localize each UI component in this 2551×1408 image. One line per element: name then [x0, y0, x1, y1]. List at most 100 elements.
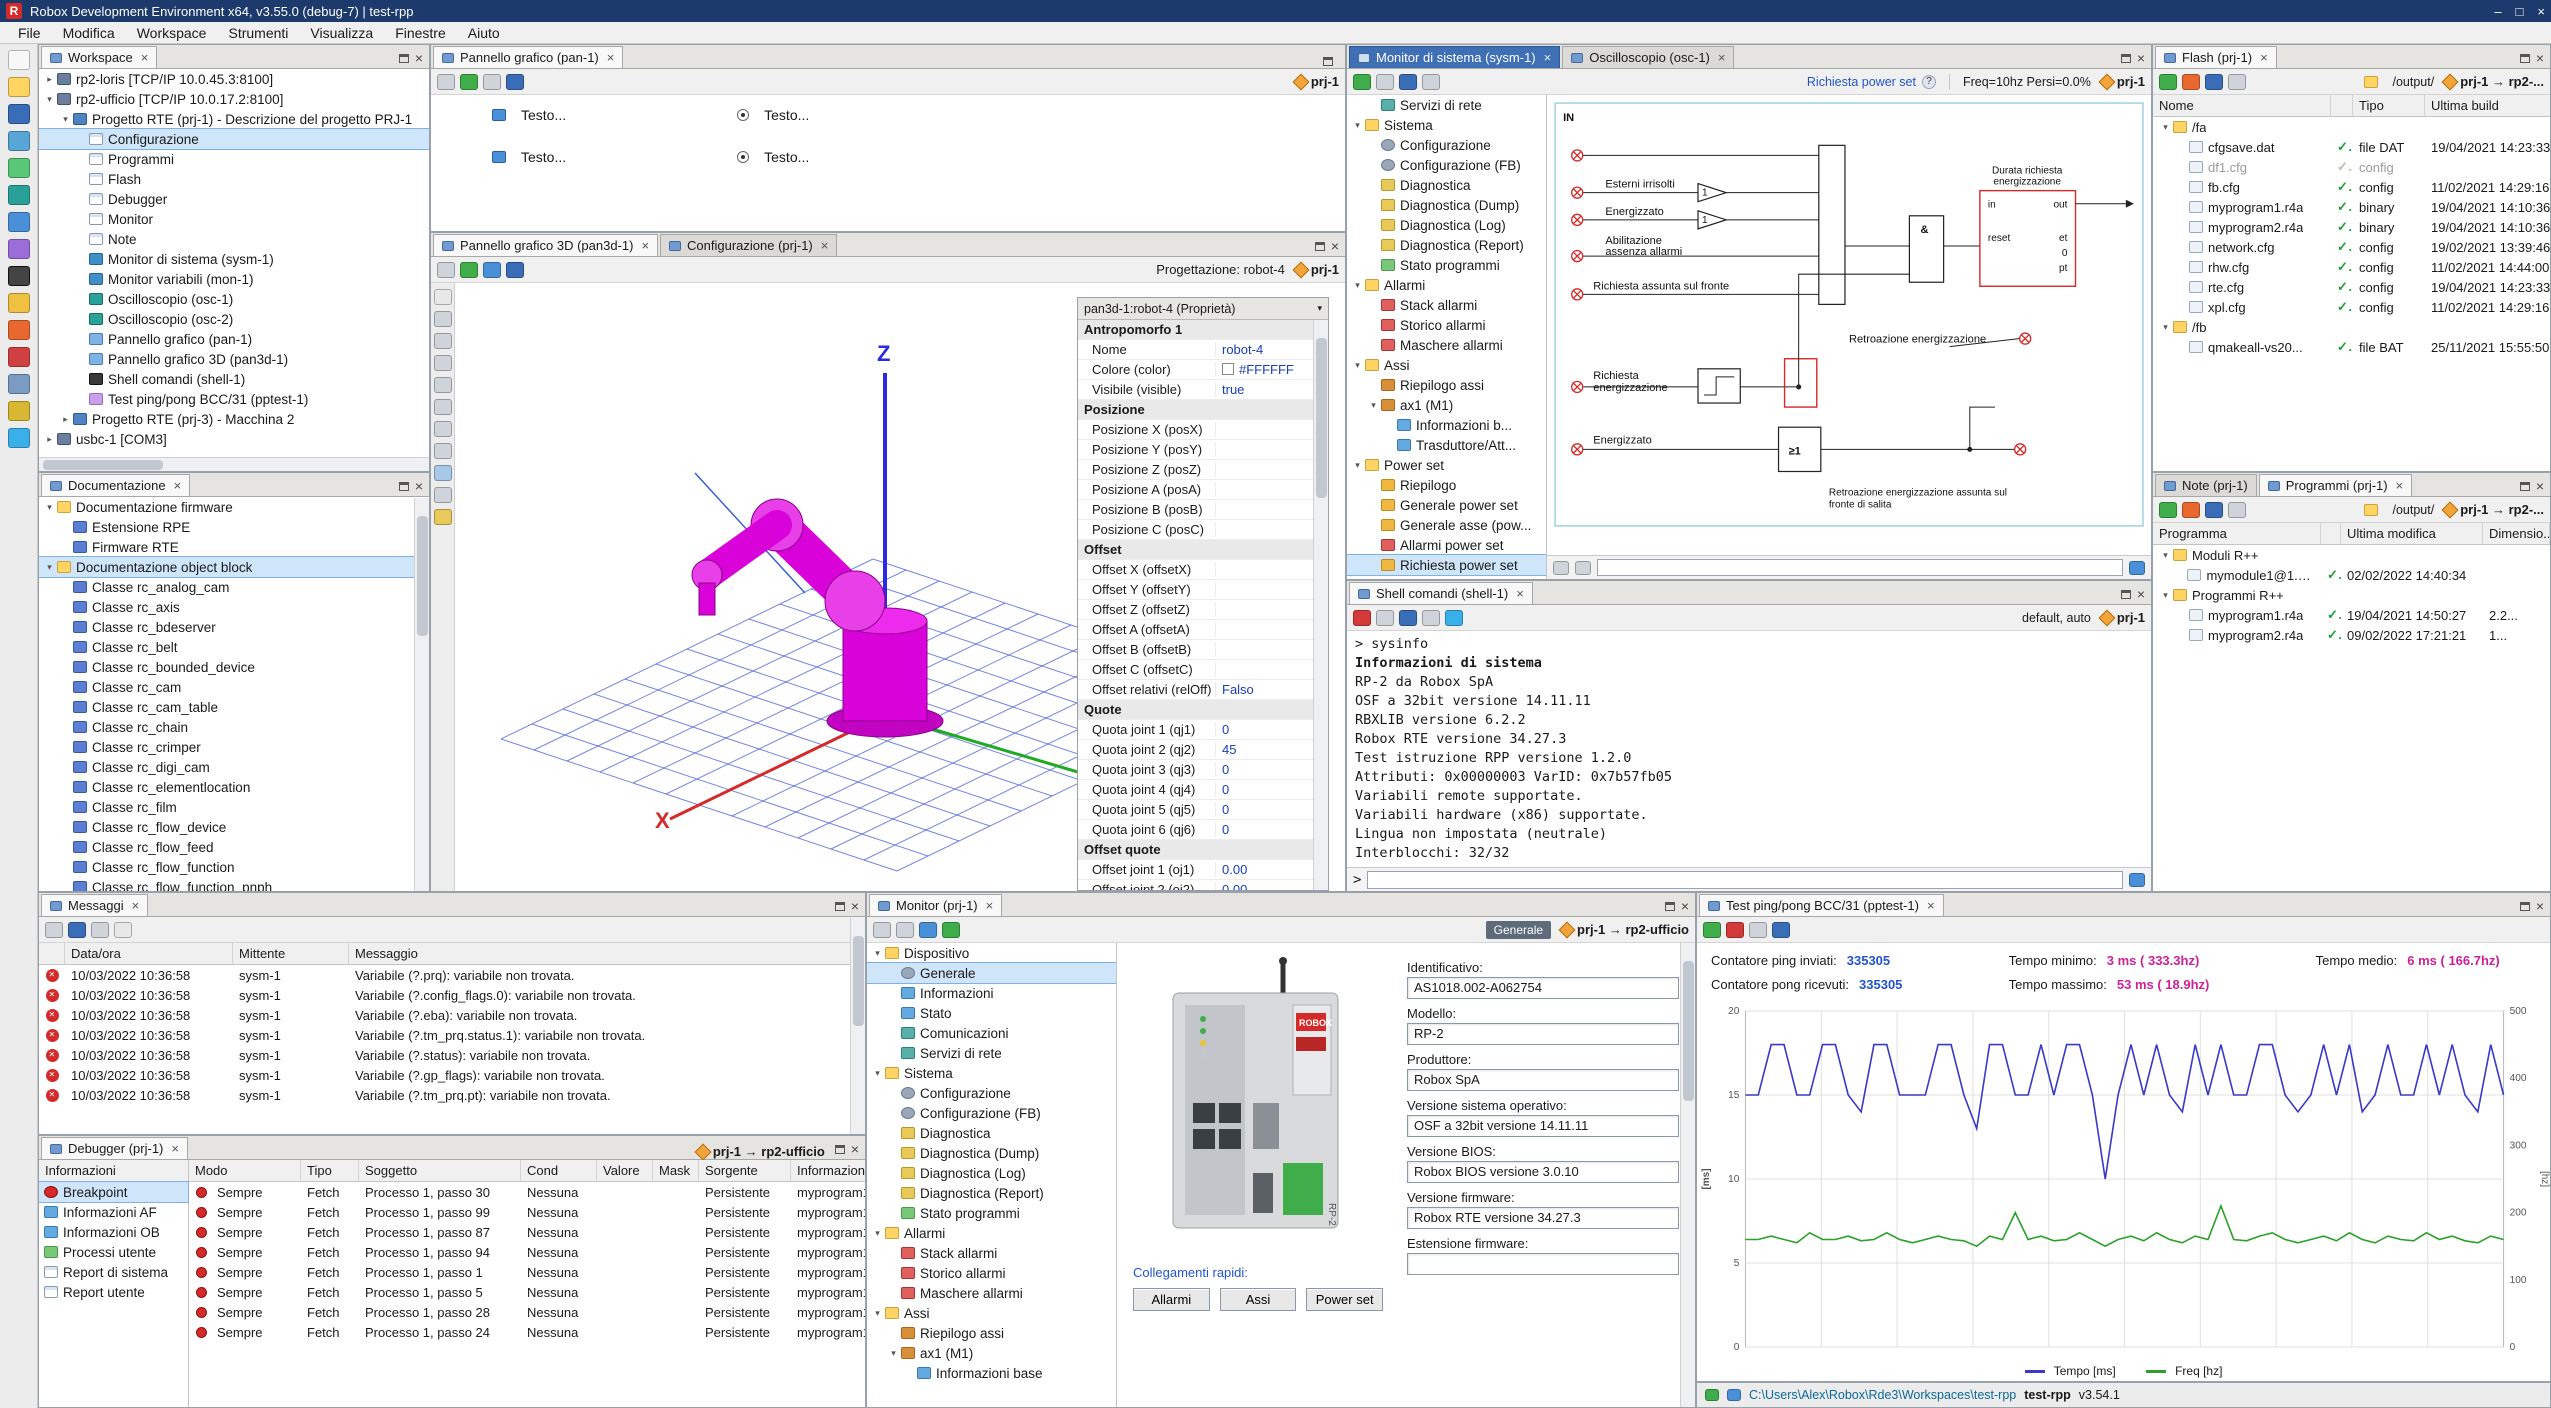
- property-value[interactable]: 45: [1216, 742, 1328, 757]
- search-messages-icon[interactable]: [114, 922, 132, 938]
- stop-test-icon[interactable]: [1726, 922, 1744, 938]
- property-row[interactable]: Visibile (visible) true: [1078, 380, 1328, 400]
- chevron-down-icon[interactable]: ▾: [1317, 303, 1322, 314]
- tree-item[interactable]: Oscilloscopio (osc-1): [39, 289, 429, 309]
- tree-item[interactable]: Stato programmi: [1347, 255, 1546, 275]
- property-value[interactable]: 0: [1216, 782, 1328, 797]
- new-workspace-icon[interactable]: [8, 50, 30, 70]
- property-row[interactable]: Posizione Y (posY): [1078, 440, 1328, 460]
- tree-item[interactable]: ▾ Assi: [1347, 355, 1546, 375]
- property-row[interactable]: Quota joint 6 (qj6) 0: [1078, 820, 1328, 840]
- edit-mode-icon[interactable]: [437, 74, 455, 90]
- property-row[interactable]: Posizione: [1078, 400, 1328, 420]
- clear-messages-icon[interactable]: [91, 922, 109, 938]
- close-icon[interactable]: ×: [821, 238, 829, 253]
- float-icon[interactable]: [835, 1145, 845, 1154]
- robot-arm[interactable]: [692, 499, 943, 737]
- expand-icon[interactable]: ▾: [2159, 550, 2172, 561]
- expand-icon[interactable]: ▾: [1351, 120, 1364, 131]
- expand-icon[interactable]: ▾: [887, 1348, 900, 1359]
- zoom-in-tool-icon[interactable]: [434, 355, 452, 371]
- quick-link-button[interactable]: Assi: [1220, 1288, 1297, 1311]
- flash-row[interactable]: rhw.cfg ✓ config 11/02/2021 14:44:00: [2153, 257, 2550, 277]
- quick-link-button[interactable]: Allarmi: [1133, 1288, 1210, 1311]
- breakpoint-row[interactable]: Sempre Fetch Processo 1, passo 94 Nessun…: [189, 1242, 865, 1262]
- tree-item[interactable]: ▾ Allarmi: [1347, 275, 1546, 295]
- tree-item[interactable]: ▾ Dispositivo: [867, 943, 1116, 963]
- column-header[interactable]: Tipo: [2353, 95, 2425, 116]
- tab-debugger[interactable]: Debugger (prj-1) ×: [41, 1137, 188, 1159]
- refresh-monitor-icon[interactable]: [1353, 74, 1371, 90]
- column-header[interactable]: Dimensio...: [2483, 523, 2550, 544]
- tree-item[interactable]: Servizi di rete: [867, 1043, 1116, 1063]
- field-value[interactable]: AS1018.002-A062754: [1407, 977, 1679, 999]
- tree-item[interactable]: Monitor variabili (mon-1): [39, 269, 429, 289]
- float-icon[interactable]: [2520, 54, 2530, 63]
- iso-view-tool-icon[interactable]: [434, 465, 452, 481]
- erase-flash-icon[interactable]: [2228, 74, 2246, 90]
- tree-item[interactable]: ▾ rp2-ufficio [TCP/IP 10.0.17.2:8100]: [39, 89, 429, 109]
- tab-pan1[interactable]: Pannello grafico (pan-1) ×: [433, 46, 623, 68]
- field-value[interactable]: Robox SpA: [1407, 1069, 1679, 1091]
- shell-command-input[interactable]: [1367, 871, 2123, 889]
- close-icon[interactable]: ×: [851, 1141, 859, 1157]
- message-row[interactable]: 10/03/2022 10:36:58 sysm-1 Variabile (?.…: [39, 1085, 865, 1105]
- close-icon[interactable]: ×: [2536, 50, 2544, 66]
- expand-icon[interactable]: ▾: [43, 502, 56, 513]
- tree-item[interactable]: Diagnostica: [1347, 175, 1546, 195]
- close-icon[interactable]: ×: [2137, 586, 2145, 602]
- debugger-nav-item[interactable]: Breakpoint: [39, 1182, 188, 1202]
- float-icon[interactable]: [1323, 57, 1333, 66]
- expand-icon[interactable]: ▾: [871, 948, 884, 959]
- message-row[interactable]: 10/03/2022 10:36:58 sysm-1 Variabile (?.…: [39, 1045, 865, 1065]
- property-row[interactable]: Posizione C (posC): [1078, 520, 1328, 540]
- menu-item[interactable]: Finestre: [385, 23, 456, 43]
- tab-monitor[interactable]: Monitor (prj-1) ×: [869, 894, 1002, 916]
- menu-item[interactable]: Strumenti: [218, 23, 298, 43]
- save-panel-icon[interactable]: [506, 74, 524, 90]
- tree-item[interactable]: Informazioni base: [867, 1363, 1116, 1383]
- tree-item[interactable]: ▾ Allarmi: [867, 1223, 1116, 1243]
- close-icon[interactable]: ×: [415, 50, 423, 66]
- tree-item[interactable]: Classe rc_crimper: [39, 737, 429, 757]
- message-row[interactable]: 10/03/2022 10:36:58 sysm-1 Variabile (?.…: [39, 965, 865, 985]
- tree-item[interactable]: ▾ Progetto RTE (prj-1) - Descrizione del…: [39, 109, 429, 129]
- shell-icon[interactable]: [8, 266, 30, 286]
- property-row[interactable]: Offset relativi (relOff) Falso: [1078, 680, 1328, 700]
- property-row[interactable]: Quota joint 1 (qj1) 0: [1078, 720, 1328, 740]
- tab-messaggi[interactable]: Messaggi ×: [41, 894, 148, 916]
- breakpoint-row[interactable]: Sempre Fetch Processo 1, passo 5 Nessuna…: [189, 1282, 865, 1302]
- tree-item[interactable]: Generale power set: [1347, 495, 1546, 515]
- tree-item[interactable]: Diagnostica (Report): [867, 1183, 1116, 1203]
- property-value[interactable]: 0.00: [1216, 882, 1328, 890]
- expand-icon[interactable]: ▸: [59, 414, 72, 425]
- tree-item[interactable]: Configurazione (FB): [1347, 155, 1546, 175]
- property-row[interactable]: Quota joint 4 (qj4) 0: [1078, 780, 1328, 800]
- property-row[interactable]: Quota joint 2 (qj2) 45: [1078, 740, 1328, 760]
- documentation-icon[interactable]: [8, 374, 30, 394]
- flash-row[interactable]: myprogram1.r4a ✓ binary 19/04/2021 14:10…: [2153, 197, 2550, 217]
- tree-item[interactable]: Diagnostica (Log): [867, 1163, 1116, 1183]
- command-icon[interactable]: [1553, 561, 1569, 575]
- field-value[interactable]: OSF a 32bit versione 14.11.11: [1407, 1115, 1679, 1137]
- message-row[interactable]: 10/03/2022 10:36:58 sysm-1 Variabile (?.…: [39, 1025, 865, 1045]
- close-icon[interactable]: ×: [1681, 898, 1689, 914]
- property-row[interactable]: Quote: [1078, 700, 1328, 720]
- messages-icon[interactable]: [8, 401, 30, 421]
- run-3d-icon[interactable]: [460, 262, 478, 278]
- build-programs-icon[interactable]: [2159, 502, 2177, 518]
- flash-row[interactable]: ▾/fa: [2153, 117, 2550, 137]
- menu-item[interactable]: Visualizza: [300, 23, 383, 43]
- design-3d-icon[interactable]: [483, 262, 501, 278]
- shell-output[interactable]: > sysinfoInformazioni di sistemaRP-2 da …: [1347, 631, 2151, 867]
- open-workspace-icon[interactable]: [8, 77, 30, 97]
- flash-row[interactable]: fb.cfg ✓ config 11/02/2021 14:29:16: [2153, 177, 2550, 197]
- start-test-icon[interactable]: [1703, 922, 1721, 938]
- property-row[interactable]: Posizione A (posA): [1078, 480, 1328, 500]
- view-3d[interactable]: X Y Z pan3d-1:robot-4 (Proprietà) ▾: [431, 283, 1345, 891]
- expand-icon[interactable]: ▾: [2159, 322, 2172, 333]
- property-row[interactable]: Posizione B (posB): [1078, 500, 1328, 520]
- tree-item[interactable]: Classe rc_flow_device: [39, 817, 429, 837]
- expand-icon[interactable]: ▾: [1367, 400, 1380, 411]
- tree-item[interactable]: Stato: [867, 1003, 1116, 1023]
